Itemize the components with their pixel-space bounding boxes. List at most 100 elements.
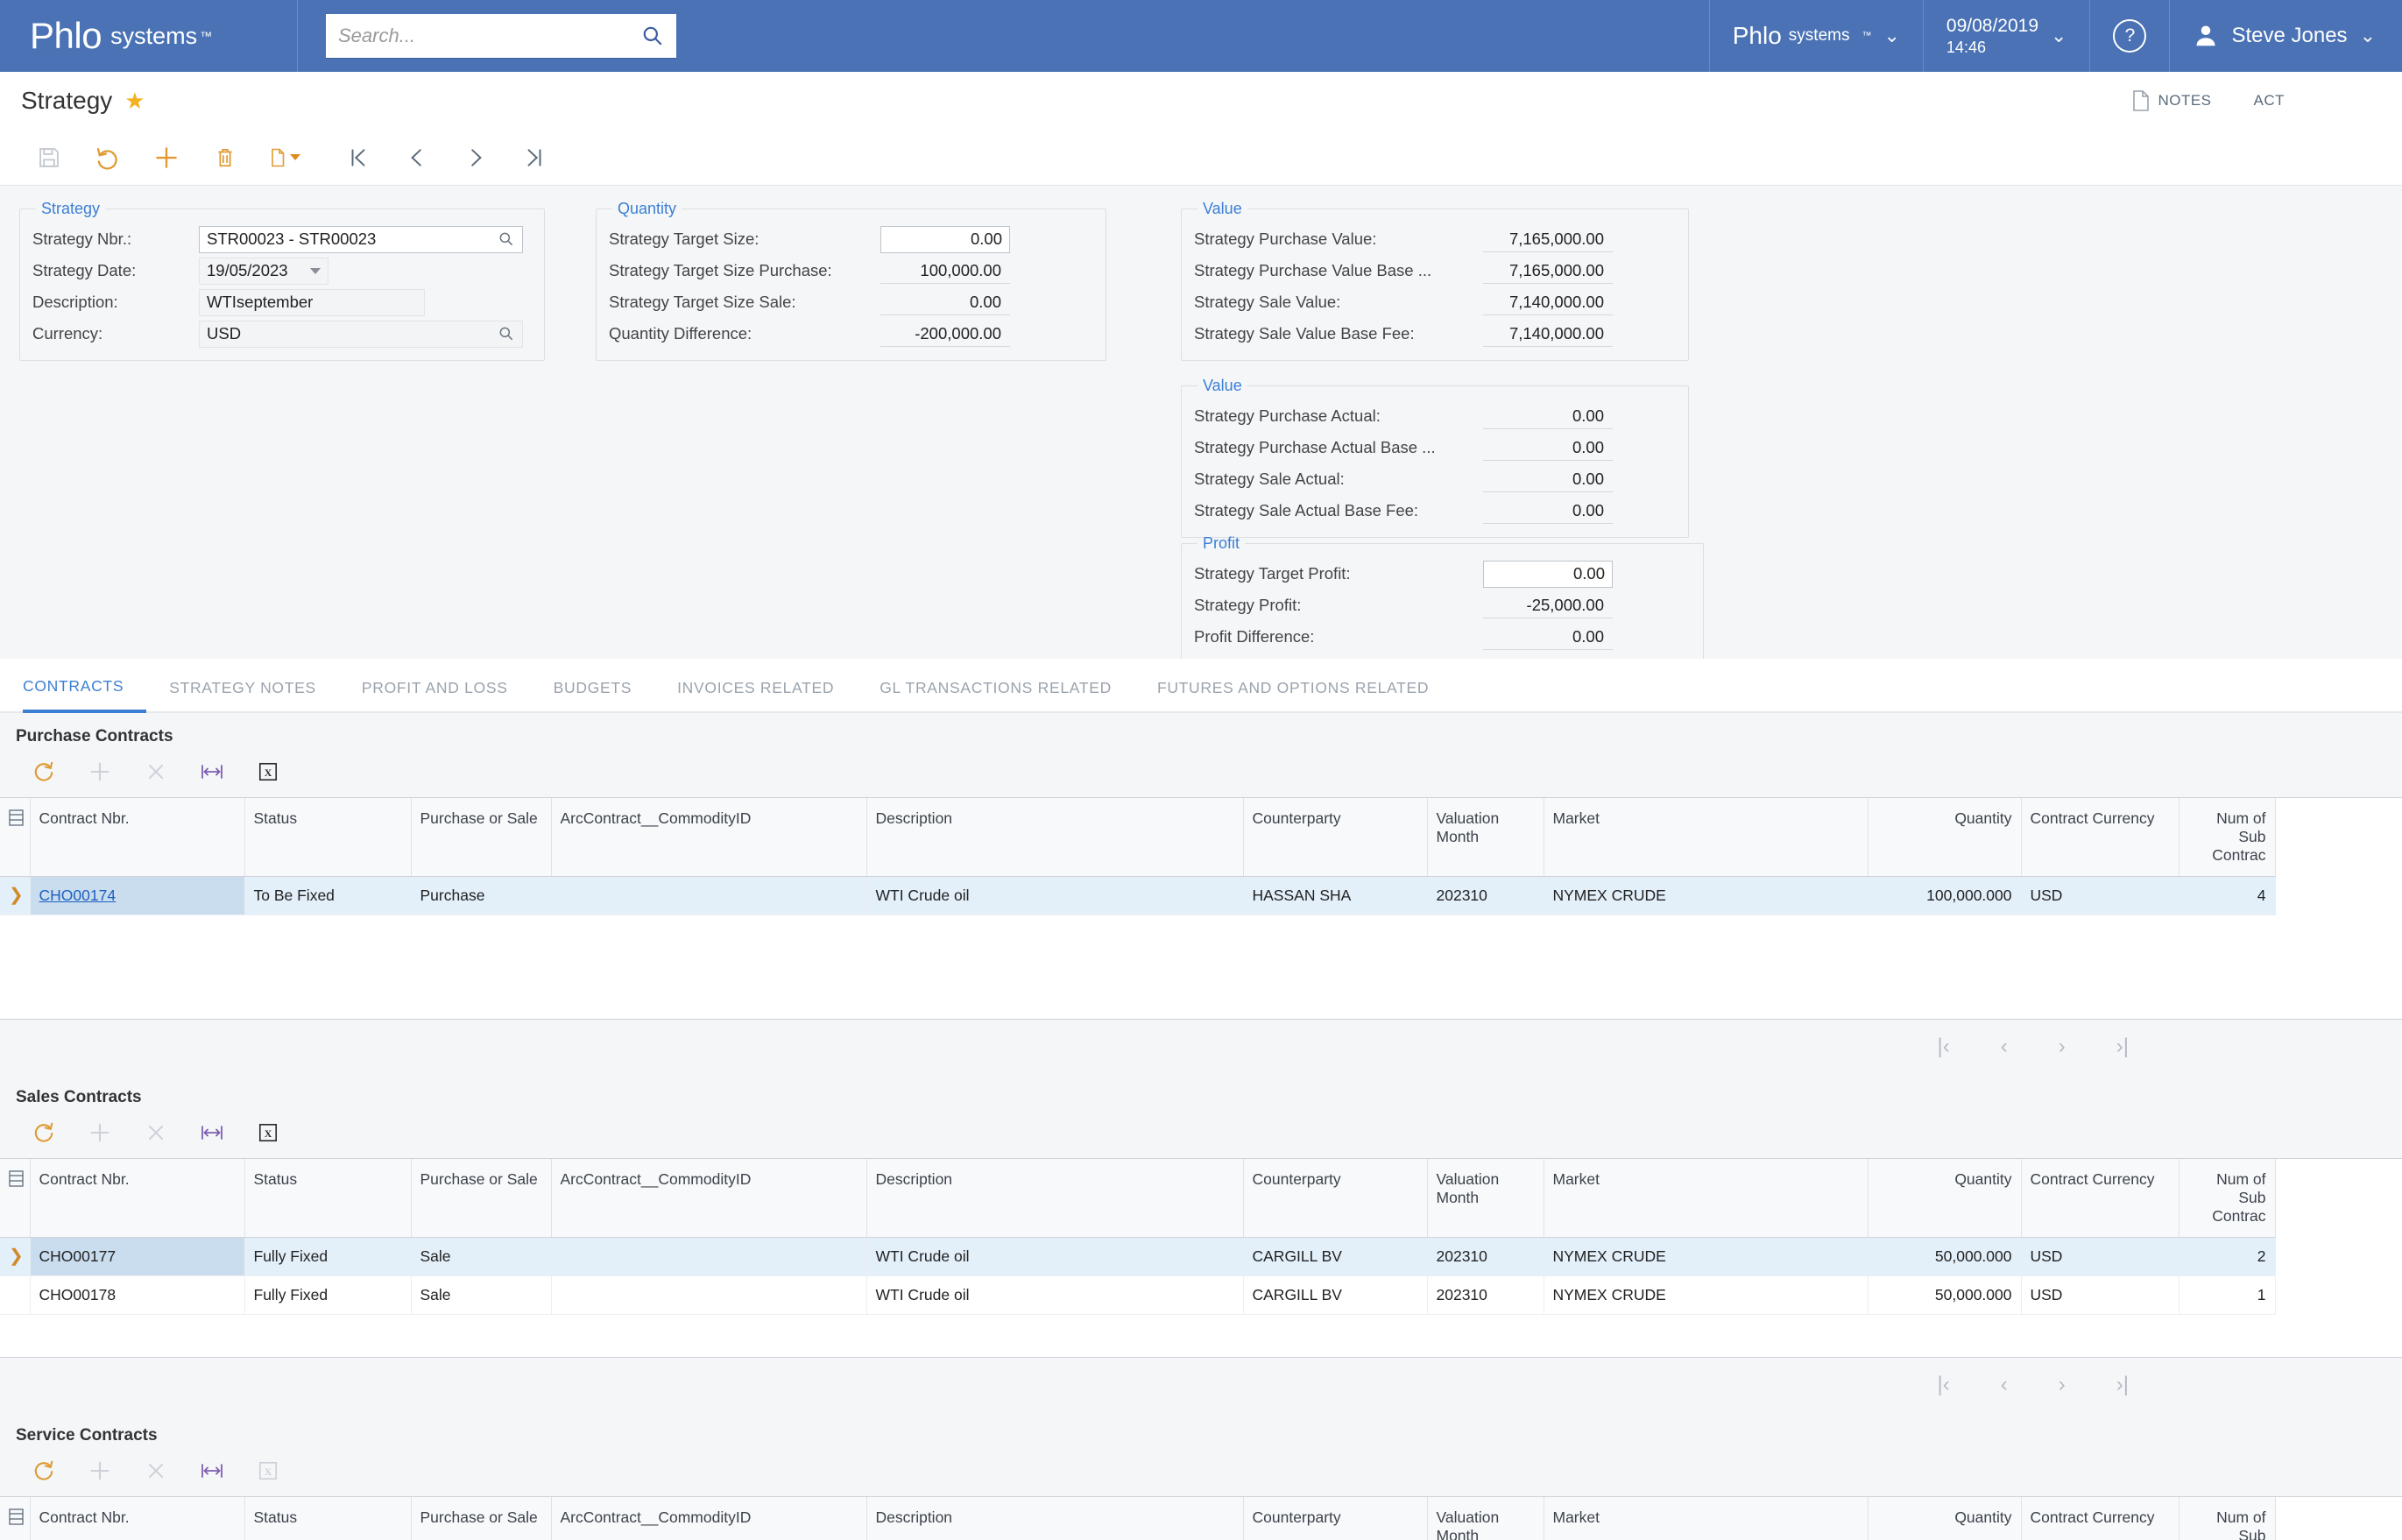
column-header[interactable]: Purchase or Sale xyxy=(411,1159,552,1238)
refresh-button[interactable] xyxy=(16,752,72,791)
row-expander-button[interactable] xyxy=(0,1275,31,1315)
first-page-button[interactable]: |‹ xyxy=(1938,1036,1950,1057)
column-header[interactable]: Quantity xyxy=(1868,1497,2022,1540)
notes-button[interactable]: NOTES xyxy=(2132,90,2211,111)
column-header[interactable]: Status xyxy=(244,798,412,877)
last-page-button[interactable]: ›| xyxy=(2116,1374,2129,1395)
chevron-down-icon[interactable]: ⌄ xyxy=(2360,26,2376,46)
delete-button[interactable] xyxy=(195,135,254,180)
column-header[interactable]: Valuation Month xyxy=(1427,1497,1544,1540)
fit-columns-button[interactable] xyxy=(184,1113,240,1152)
tab-budgets[interactable]: BUDGETS xyxy=(531,679,655,711)
column-settings-button[interactable] xyxy=(0,798,31,877)
column-header[interactable]: Market xyxy=(1544,1497,1869,1540)
strategy-nbr-field[interactable]: STR00023 - STR00023 xyxy=(199,225,523,253)
help-button[interactable]: ? xyxy=(2089,0,2169,72)
column-header[interactable]: Num of Sub Contrac xyxy=(2179,1497,2276,1540)
chevron-right-icon[interactable]: ❯ xyxy=(9,886,24,905)
column-header[interactable]: Contract Nbr. xyxy=(30,1159,245,1238)
column-header[interactable]: Description xyxy=(866,1497,1244,1540)
user-menu[interactable]: Steve Jones ⌄ xyxy=(2169,0,2402,72)
datetime-selector[interactable]: 09/08/2019 14:46 ⌄ xyxy=(1922,0,2090,72)
column-header[interactable]: Quantity xyxy=(1868,798,2022,877)
tab-contracts[interactable]: CONTRACTS xyxy=(23,677,147,713)
last-page-button[interactable]: ›| xyxy=(2116,1036,2129,1057)
tab-gl-transactions-related[interactable]: GL TRANSACTIONS RELATED xyxy=(857,679,1134,711)
column-header[interactable]: Purchase or Sale xyxy=(411,798,552,877)
add-button[interactable] xyxy=(137,135,195,180)
last-record-button[interactable] xyxy=(505,135,563,180)
next-record-button[interactable] xyxy=(446,135,505,180)
description-field[interactable]: WTIseptember xyxy=(199,288,425,316)
previous-record-button[interactable] xyxy=(387,135,446,180)
favorite-star-icon[interactable]: ★ xyxy=(124,88,145,115)
row-expander-button[interactable]: ❯ xyxy=(0,1237,31,1276)
column-header[interactable]: Market xyxy=(1544,1159,1869,1238)
column-header[interactable]: Contract Currency xyxy=(2021,1497,2179,1540)
column-header[interactable]: Description xyxy=(866,798,1244,877)
chevron-down-icon[interactable]: ⌄ xyxy=(2051,26,2066,46)
calendar-dropdown-icon[interactable] xyxy=(310,267,321,274)
undo-button[interactable] xyxy=(78,135,137,180)
copy-paste-button[interactable] xyxy=(254,135,313,180)
first-record-button[interactable] xyxy=(329,135,387,180)
column-header[interactable]: Purchase or Sale xyxy=(411,1497,552,1540)
chevron-right-icon[interactable]: ❯ xyxy=(9,1247,24,1266)
column-header[interactable]: Market xyxy=(1544,798,1869,877)
table-row[interactable]: ❯ CHO00177 Fully Fixed Sale WTI Crude oil CAR… xyxy=(0,1237,2276,1276)
refresh-button[interactable] xyxy=(16,1113,72,1152)
tab-profit-and-loss[interactable]: PROFIT AND LOSS xyxy=(339,679,531,711)
column-header[interactable]: Contract Currency xyxy=(2021,798,2179,877)
column-settings-button[interactable] xyxy=(0,1159,31,1238)
column-header[interactable]: Counterparty xyxy=(1243,1497,1428,1540)
strategy-date-field[interactable]: 19/05/2023 xyxy=(199,257,329,285)
column-header[interactable]: ArcContract__CommodityID xyxy=(551,1497,867,1540)
column-header[interactable]: Counterparty xyxy=(1243,798,1428,877)
fit-columns-button[interactable] xyxy=(184,1452,240,1490)
refresh-button[interactable] xyxy=(16,1452,72,1490)
tab-strategy-notes[interactable]: STRATEGY NOTES xyxy=(146,679,339,711)
previous-page-button[interactable]: ‹ xyxy=(2001,1036,2008,1057)
column-header[interactable]: Quantity xyxy=(1868,1159,2022,1238)
chevron-down-icon[interactable] xyxy=(289,154,300,160)
column-header[interactable]: Valuation Month xyxy=(1427,798,1544,877)
currency-field[interactable]: USD xyxy=(199,320,523,348)
table-row[interactable]: CHO00178 Fully Fixed Sale WTI Crude oil CARG… xyxy=(0,1275,2276,1315)
tab-futures-and-options-related[interactable]: FUTURES AND OPTIONS RELATED xyxy=(1134,679,1452,711)
search-input[interactable] xyxy=(338,25,641,47)
help-icon[interactable]: ? xyxy=(2113,19,2147,53)
app-logo[interactable]: Phlo systems ™ xyxy=(0,0,298,72)
company-selector[interactable]: Phlo systems ™ ⌄ xyxy=(1708,0,1923,72)
lookup-icon[interactable] xyxy=(498,230,515,248)
activities-button[interactable]: ACT xyxy=(2254,92,2285,109)
fit-columns-button[interactable] xyxy=(184,752,240,791)
column-header[interactable]: ArcContract__CommodityID xyxy=(551,1159,867,1238)
column-header[interactable]: Description xyxy=(866,1159,1244,1238)
contract-link[interactable]: CHO00174 xyxy=(39,887,117,904)
column-header[interactable]: Num of Sub Contrac xyxy=(2179,1159,2276,1238)
search-box[interactable] xyxy=(326,14,676,58)
column-header[interactable]: Status xyxy=(244,1497,412,1540)
table-row[interactable]: ❯ CHO00174 To Be Fixed Purchase WTI Crude oi… xyxy=(0,876,2276,915)
tab-invoices-related[interactable]: INVOICES RELATED xyxy=(654,679,857,711)
previous-page-button[interactable]: ‹ xyxy=(2001,1374,2008,1395)
search-icon[interactable] xyxy=(641,25,664,47)
cell-contract-nbr[interactable]: CHO00174 xyxy=(30,876,245,915)
column-header[interactable]: Counterparty xyxy=(1243,1159,1428,1238)
column-header[interactable]: Contract Nbr. xyxy=(30,798,245,877)
lookup-icon[interactable] xyxy=(498,325,515,343)
column-header[interactable]: Contract Currency xyxy=(2021,1159,2179,1238)
column-settings-button[interactable] xyxy=(0,1497,31,1540)
row-expander-button[interactable]: ❯ xyxy=(0,876,31,915)
export-excel-button[interactable]: X xyxy=(240,1113,296,1152)
column-header[interactable]: Contract Nbr. xyxy=(30,1497,245,1540)
next-page-button[interactable]: › xyxy=(2059,1036,2066,1057)
chevron-down-icon[interactable]: ⌄ xyxy=(1883,26,1899,46)
export-excel-button[interactable]: X xyxy=(240,752,296,791)
column-header[interactable]: ArcContract__CommodityID xyxy=(551,798,867,877)
save-button[interactable] xyxy=(19,135,78,180)
column-header[interactable]: Status xyxy=(244,1159,412,1238)
column-header[interactable]: Num of Sub Contrac xyxy=(2179,798,2276,877)
target-profit-input[interactable]: 0.00 xyxy=(1483,560,1613,588)
next-page-button[interactable]: › xyxy=(2059,1374,2066,1395)
